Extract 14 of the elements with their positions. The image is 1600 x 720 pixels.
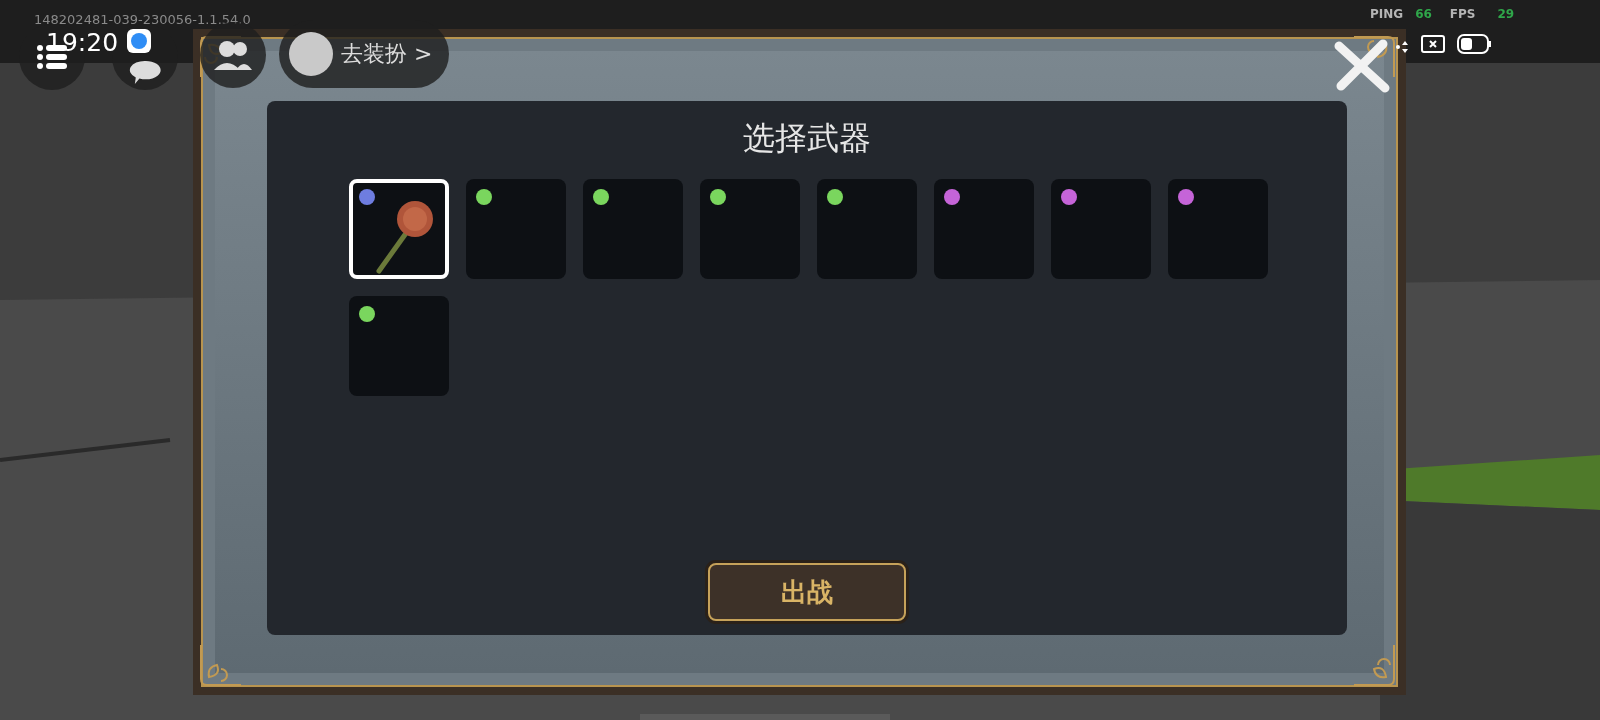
avatar-icon bbox=[289, 32, 333, 76]
build-id: 148202481-039-230056-1.1.54.0 bbox=[34, 12, 251, 27]
ping-value: 66 bbox=[1415, 7, 1432, 21]
dialog-title: 选择武器 bbox=[743, 118, 871, 159]
fps-label: FPS bbox=[1449, 7, 1476, 21]
sim-icon bbox=[1421, 35, 1445, 53]
friends-icon bbox=[214, 40, 252, 70]
chat-button[interactable] bbox=[129, 60, 161, 84]
weapon-slot[interactable] bbox=[349, 179, 449, 279]
ping-label: PING bbox=[1370, 7, 1404, 21]
app-icon bbox=[127, 29, 151, 53]
battery-icon bbox=[1457, 34, 1491, 54]
deploy-button[interactable]: 出战 bbox=[708, 563, 906, 621]
fps-value: 29 bbox=[1497, 7, 1515, 21]
